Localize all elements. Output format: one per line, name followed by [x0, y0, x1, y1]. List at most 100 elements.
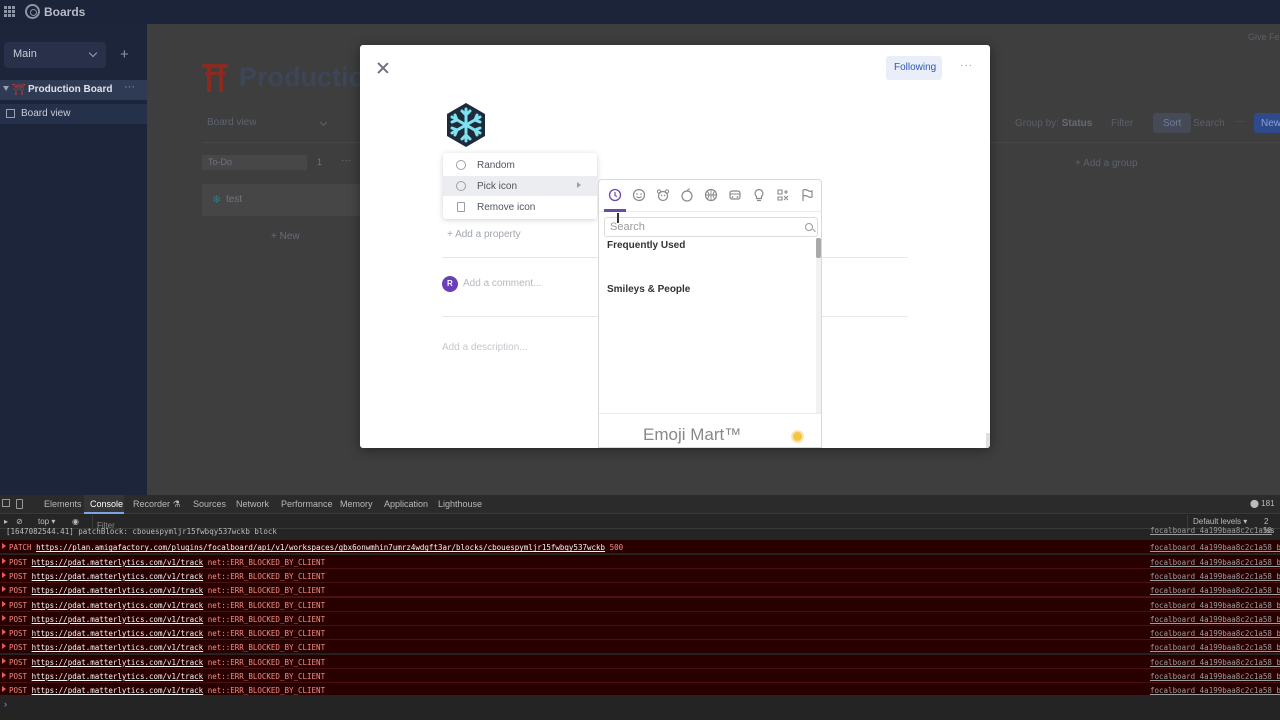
tab-performance[interactable]: Performance	[281, 499, 333, 509]
console-log-row[interactable]: POST https://pdat.matterlytics.com/v1/tr…	[0, 654, 1280, 669]
new-card-button[interactable]: New	[1254, 113, 1280, 133]
console-log-row[interactable]: POST https://pdat.matterlytics.com/v1/tr…	[0, 583, 1280, 598]
expand-triangle-icon[interactable]	[2, 614, 6, 621]
sort-button[interactable]: Sort	[1153, 113, 1191, 133]
emoji-search-input[interactable]	[605, 218, 797, 236]
view-selector[interactable]: Board view	[207, 117, 328, 128]
caret-down-icon[interactable]	[3, 86, 9, 91]
group-by-selector[interactable]: Group by: Status	[1015, 118, 1092, 129]
search-button[interactable]: Search	[1193, 118, 1225, 129]
issues-counter[interactable]: ⬤ 181	[1250, 499, 1275, 508]
add-board-button[interactable]: +	[120, 46, 129, 63]
dialog-options-button[interactable]: ···	[960, 60, 973, 71]
expand-triangle-icon[interactable]	[2, 629, 6, 636]
following-button[interactable]: Following	[886, 56, 942, 80]
comment-input[interactable]: Add a comment...	[463, 278, 541, 289]
console-log-row[interactable]: POST https://pdat.matterlytics.com/v1/tr…	[0, 597, 1280, 612]
request-url[interactable]: https://pdat.matterlytics.com/v1/track	[32, 658, 204, 667]
workspace-switcher[interactable]: Main	[4, 42, 106, 68]
request-url[interactable]: https://pdat.matterlytics.com/v1/track	[32, 686, 204, 695]
tab-lighthouse[interactable]: Lighthouse	[438, 499, 482, 509]
console-log-row[interactable]: POST https://pdat.matterlytics.com/v1/tr…	[0, 626, 1280, 641]
add-group-button[interactable]: + Add a group	[1075, 158, 1138, 169]
log-source-link[interactable]: focalboard 4a199baa8c2c1a58 bu	[1150, 586, 1280, 595]
log-source-link[interactable]: focalboard 4a199baa8c2c1a58 bu	[1150, 686, 1280, 695]
inspect-element-icon[interactable]	[2, 499, 10, 507]
request-url[interactable]: https://pdat.matterlytics.com/v1/track	[32, 643, 204, 652]
expand-triangle-icon[interactable]	[2, 586, 6, 593]
tab-memory[interactable]: Memory	[340, 499, 373, 509]
tab-network[interactable]: Network	[236, 499, 269, 509]
log-source-link[interactable]: focalboard 4a199baa8c2c1a58	[1150, 526, 1272, 535]
board-options-button[interactable]: ···	[124, 81, 135, 93]
console-prompt[interactable]: ›	[4, 699, 7, 709]
expand-triangle-icon[interactable]	[2, 600, 6, 607]
board-card[interactable]: ❄ test	[202, 184, 362, 216]
emoji-search[interactable]	[604, 217, 818, 237]
tab-recorder[interactable]: Recorder ⚗	[133, 499, 181, 510]
travel-icon[interactable]	[728, 188, 742, 202]
log-source-link[interactable]: focalboard 4a199baa8c2c1a58 bu	[1150, 543, 1280, 552]
symbols-icon[interactable]	[776, 188, 790, 202]
log-source-link[interactable]: focalboard 4a199baa8c2c1a58 bu	[1150, 572, 1280, 581]
console-log-row[interactable]: [1647082544.41] patchBlock: cbouespymljr…	[0, 526, 1280, 540]
dialog-scrollbar[interactable]	[986, 433, 990, 448]
apps-grid-icon[interactable]	[4, 6, 15, 17]
expand-triangle-icon[interactable]	[2, 557, 6, 564]
request-url[interactable]: https://pdat.matterlytics.com/v1/track	[32, 558, 204, 567]
clock-icon[interactable]	[608, 188, 622, 202]
eye-icon[interactable]: ◉	[72, 517, 79, 526]
clear-console-icon[interactable]: ⊘	[16, 517, 23, 526]
request-url[interactable]: https://pdat.matterlytics.com/v1/track	[32, 615, 204, 624]
objects-icon[interactable]	[752, 188, 766, 202]
board-title[interactable]: Productio	[239, 62, 365, 93]
tab-console[interactable]: Console	[90, 499, 123, 509]
menu-item-pick-icon[interactable]: Pick icon	[443, 176, 597, 196]
console-log-row[interactable]: PATCH https://plan.amigafactory.com/plug…	[0, 540, 1280, 555]
console-log-row[interactable]: POST https://pdat.matterlytics.com/v1/tr…	[0, 611, 1280, 626]
close-icon[interactable]	[376, 61, 390, 75]
tab-sources[interactable]: Sources	[193, 499, 226, 509]
expand-triangle-icon[interactable]	[2, 643, 6, 650]
device-toolbar-icon[interactable]	[16, 499, 23, 509]
request-url[interactable]: https://pdat.matterlytics.com/v1/track	[32, 572, 204, 581]
column-header[interactable]: To-Do	[202, 155, 307, 170]
log-source-link[interactable]: focalboard 4a199baa8c2c1a58 bu	[1150, 672, 1280, 681]
log-source-link[interactable]: focalboard 4a199baa8c2c1a58 bu	[1150, 615, 1280, 624]
feedback-link[interactable]: Give Fe	[1248, 32, 1280, 42]
flags-icon[interactable]	[800, 188, 814, 202]
tab-application[interactable]: Application	[384, 499, 428, 509]
console-log-row[interactable]: POST https://pdat.matterlytics.com/v1/tr…	[0, 640, 1280, 655]
emoji-scrollbar[interactable]	[816, 238, 821, 414]
expand-triangle-icon[interactable]	[2, 672, 6, 678]
request-url[interactable]: https://pdat.matterlytics.com/v1/track	[32, 672, 204, 681]
console-log-row[interactable]: POST https://pdat.matterlytics.com/v1/tr…	[0, 568, 1280, 583]
log-source-link[interactable]: focalboard 4a199baa8c2c1a58 bu	[1150, 601, 1280, 610]
request-url[interactable]: https://pdat.matterlytics.com/v1/track	[32, 629, 204, 638]
activity-icon[interactable]	[704, 188, 718, 202]
tab-elements[interactable]: Elements	[44, 499, 82, 509]
context-selector[interactable]: top ▾	[38, 517, 55, 526]
log-source-link[interactable]: focalboard 4a199baa8c2c1a58 bu	[1150, 629, 1280, 638]
console-prompt-area[interactable]: ›	[0, 695, 1280, 720]
sidebar-item-production-board[interactable]: ⛩ Production Board ···	[0, 80, 147, 100]
description-input[interactable]: Add a description...	[442, 342, 528, 353]
toolbar-options-button[interactable]: ···	[1235, 116, 1245, 127]
expand-triangle-icon[interactable]	[2, 543, 6, 550]
column-options-button[interactable]: ···	[341, 155, 351, 166]
sidebar-toggle-icon[interactable]: ▸	[4, 517, 8, 526]
snowflake-icon[interactable]	[443, 102, 489, 148]
add-card-button[interactable]: + New	[271, 231, 300, 242]
log-source-link[interactable]: focalboard 4a199baa8c2c1a58 bu	[1150, 658, 1280, 667]
console-log-row[interactable]: POST https://pdat.matterlytics.com/v1/tr…	[0, 669, 1280, 683]
skin-tone-selector[interactable]	[793, 432, 802, 441]
food-icon[interactable]	[680, 188, 694, 202]
log-source-link[interactable]: focalboard 4a199baa8c2c1a58 bu	[1150, 643, 1280, 652]
log-levels-selector[interactable]: Default levels ▾	[1193, 517, 1247, 526]
scrollbar-thumb[interactable]	[816, 238, 821, 258]
smiley-icon[interactable]	[632, 188, 646, 202]
expand-triangle-icon[interactable]	[2, 657, 6, 664]
menu-item-random[interactable]: Random	[443, 155, 597, 175]
log-source-link[interactable]: focalboard 4a199baa8c2c1a58 bu	[1150, 558, 1280, 567]
console-log-row[interactable]: POST https://pdat.matterlytics.com/v1/tr…	[0, 554, 1280, 569]
